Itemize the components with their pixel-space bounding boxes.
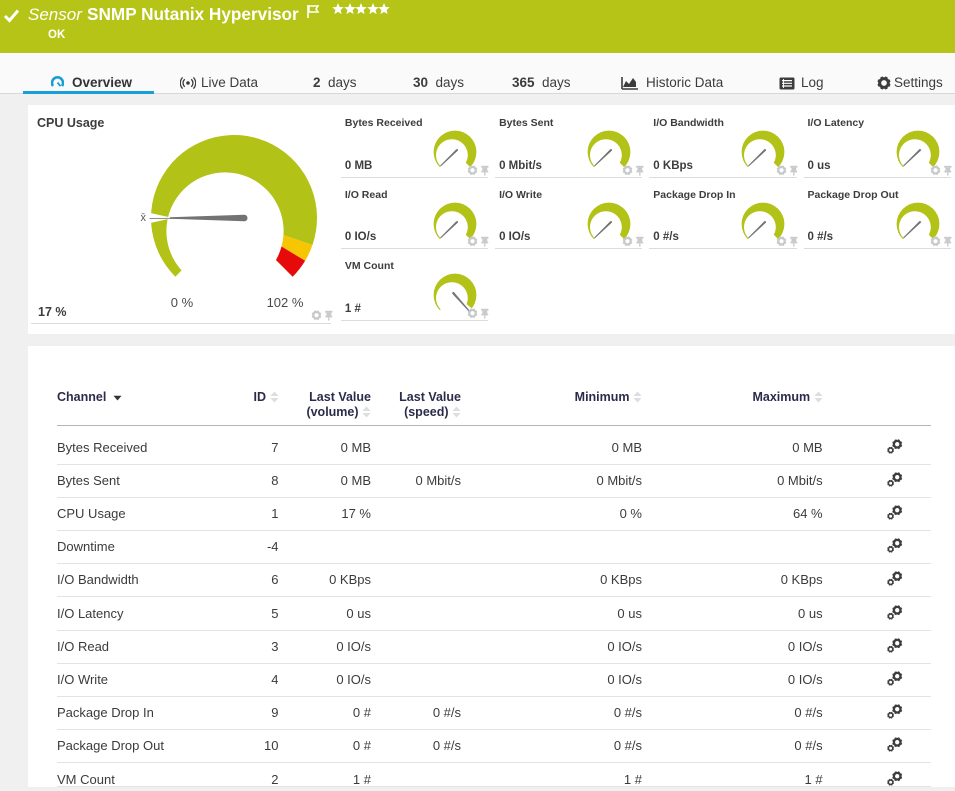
svg-text:x̄: x̄ <box>141 212 147 224</box>
